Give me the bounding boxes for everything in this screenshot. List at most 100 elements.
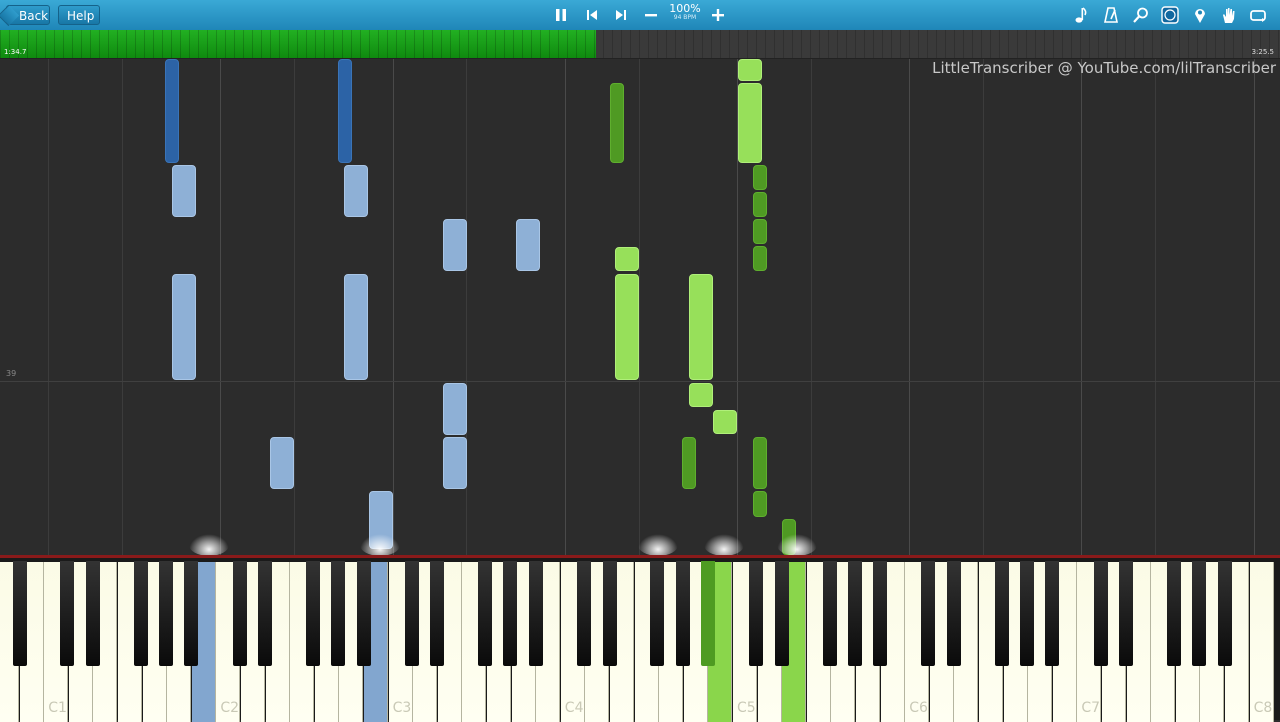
right-hand-note bbox=[753, 219, 767, 244]
black-key[interactable] bbox=[503, 561, 518, 666]
right-hand-note bbox=[615, 274, 639, 380]
left-hand-note bbox=[443, 383, 467, 435]
black-key[interactable] bbox=[12, 561, 27, 666]
total-time: 3:25.5 bbox=[1251, 48, 1274, 56]
progress-ticks bbox=[0, 30, 1280, 58]
right-hand-note bbox=[689, 383, 713, 407]
key-hit-glow bbox=[638, 534, 678, 556]
black-key[interactable] bbox=[1217, 561, 1232, 666]
black-key[interactable] bbox=[305, 561, 320, 666]
piano-roll: 39 LittleTranscriber @ YouTube.com/lilTr… bbox=[0, 59, 1280, 555]
grid-line bbox=[220, 59, 221, 555]
key-hit-glow bbox=[704, 534, 744, 556]
black-key[interactable] bbox=[947, 561, 962, 666]
left-hand-note bbox=[344, 274, 368, 380]
black-key[interactable] bbox=[356, 561, 371, 666]
forward-icon[interactable] bbox=[611, 5, 631, 25]
right-hand-note bbox=[738, 83, 762, 163]
note-icon[interactable] bbox=[1071, 5, 1091, 25]
marker-icon[interactable] bbox=[1190, 5, 1210, 25]
black-key[interactable] bbox=[1119, 561, 1134, 666]
black-key[interactable] bbox=[701, 561, 716, 666]
black-key[interactable] bbox=[847, 561, 862, 666]
black-key[interactable] bbox=[404, 561, 419, 666]
black-key[interactable] bbox=[1020, 561, 1035, 666]
grid-line bbox=[393, 59, 394, 555]
octave-label: C7 bbox=[1081, 700, 1101, 716]
progress-bar[interactable]: 1:34.7 3:25.5 bbox=[0, 30, 1280, 59]
right-hand-note bbox=[682, 437, 696, 489]
black-key[interactable] bbox=[602, 561, 617, 666]
black-key[interactable] bbox=[258, 561, 273, 666]
rewind-icon[interactable] bbox=[582, 5, 602, 25]
octave-label: C2 bbox=[220, 700, 240, 716]
key-hit-glow bbox=[777, 534, 817, 556]
grid-line bbox=[565, 59, 566, 555]
black-key[interactable] bbox=[232, 561, 247, 666]
right-hand-note bbox=[610, 83, 624, 163]
magnifier-icon[interactable] bbox=[1131, 5, 1151, 25]
octave-label: C3 bbox=[392, 700, 412, 716]
black-key[interactable] bbox=[159, 561, 174, 666]
left-hand-note bbox=[344, 165, 368, 217]
black-key[interactable] bbox=[749, 561, 764, 666]
octave-label: C1 bbox=[48, 700, 67, 716]
back-button[interactable]: Back bbox=[6, 5, 50, 25]
black-key[interactable] bbox=[994, 561, 1009, 666]
black-key[interactable] bbox=[873, 561, 888, 666]
grid-line bbox=[122, 59, 123, 555]
right-hand-note bbox=[753, 491, 767, 517]
loop-icon[interactable] bbox=[1248, 5, 1268, 25]
grid-line bbox=[1155, 59, 1156, 555]
black-key[interactable] bbox=[675, 561, 690, 666]
watermark: LittleTranscriber @ YouTube.com/lilTrans… bbox=[932, 59, 1276, 77]
white-key[interactable] bbox=[1249, 562, 1274, 722]
black-key[interactable] bbox=[1045, 561, 1060, 666]
measure-line bbox=[0, 381, 1280, 382]
plus-icon[interactable] bbox=[708, 5, 728, 25]
left-hand-note bbox=[172, 165, 196, 217]
right-hand-note bbox=[713, 410, 737, 434]
hand-icon[interactable] bbox=[1219, 5, 1239, 25]
left-hand-note bbox=[516, 219, 540, 271]
black-key[interactable] bbox=[774, 561, 789, 666]
black-key[interactable] bbox=[86, 561, 101, 666]
black-key[interactable] bbox=[921, 561, 936, 666]
black-key[interactable] bbox=[1192, 561, 1207, 666]
black-key[interactable] bbox=[331, 561, 346, 666]
black-key[interactable] bbox=[430, 561, 445, 666]
help-label: Help bbox=[67, 9, 95, 23]
grid-line bbox=[909, 59, 910, 555]
grid-line bbox=[48, 59, 49, 555]
help-button[interactable]: Help bbox=[58, 5, 100, 25]
grid-line bbox=[811, 59, 812, 555]
octave-label: C4 bbox=[564, 700, 584, 716]
right-hand-note bbox=[753, 192, 767, 217]
metronome-icon[interactable] bbox=[1101, 5, 1121, 25]
black-key[interactable] bbox=[478, 561, 493, 666]
grid-line bbox=[1254, 59, 1255, 555]
pause-icon[interactable] bbox=[551, 5, 571, 25]
tempo-bpm: 94 BPM bbox=[673, 14, 697, 21]
black-key[interactable] bbox=[133, 561, 148, 666]
key-hit-glow bbox=[189, 534, 229, 556]
octave-label: C8 bbox=[1253, 700, 1273, 716]
black-key[interactable] bbox=[822, 561, 837, 666]
grid-line bbox=[639, 59, 640, 555]
current-time: 1:34.7 bbox=[4, 48, 27, 56]
tempo-display: 100% 94 BPM bbox=[667, 3, 703, 21]
minus-icon[interactable] bbox=[641, 5, 661, 25]
piano-keyboard[interactable]: C1 C2 C3 C4 C5 C6 C7 C8 bbox=[0, 555, 1280, 722]
black-key[interactable] bbox=[184, 561, 199, 666]
black-key[interactable] bbox=[650, 561, 665, 666]
keyboard-labels-icon[interactable] bbox=[1160, 5, 1180, 25]
black-key[interactable] bbox=[528, 561, 543, 666]
black-key[interactable] bbox=[1166, 561, 1181, 666]
black-key[interactable] bbox=[577, 561, 592, 666]
octave-label: C6 bbox=[909, 700, 928, 716]
key-hit-glow bbox=[360, 534, 400, 556]
left-hand-note bbox=[172, 274, 196, 380]
black-key[interactable] bbox=[1093, 561, 1108, 666]
grid-line bbox=[1081, 59, 1082, 555]
black-key[interactable] bbox=[60, 561, 75, 666]
